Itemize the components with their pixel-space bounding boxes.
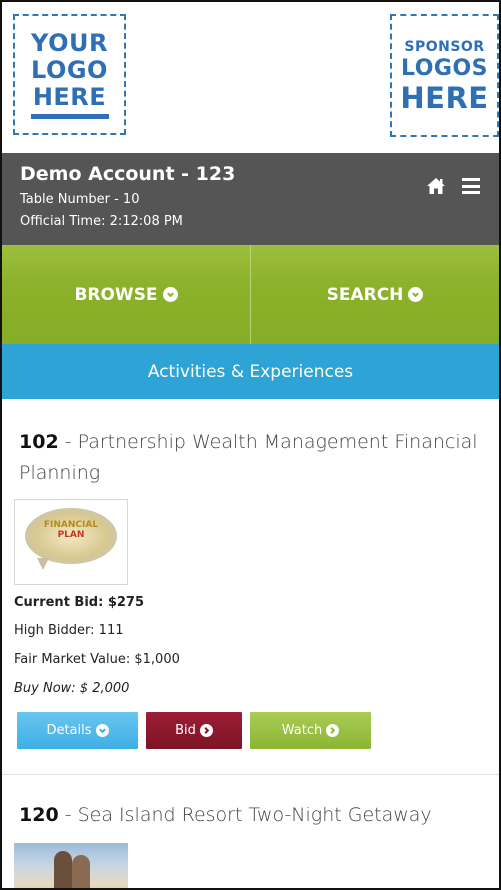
menu-line [462,191,480,194]
chevron-right-icon [326,724,340,737]
bid-label: Bid [175,723,196,738]
menu-line [462,178,480,181]
auction-item: 120 - Sea Island Resort Two-Night Getawa… [2,776,499,888]
thumbnail-caption: FINANCIAL PLAN [33,520,109,540]
search-button[interactable]: SEARCH [250,245,499,344]
item-title-text: - Partnership Wealth Management Financia… [19,431,478,484]
thumb-text-plan: PLAN [57,530,85,540]
item-title[interactable]: 120 - Sea Island Resort Two-Night Getawa… [19,800,479,831]
chevron-down-icon [95,724,109,737]
details-button[interactable]: Details [17,712,138,749]
category-label: Activities & Experiences [147,361,354,382]
bid-button[interactable]: Bid [146,712,242,749]
speech-bubble-tail [37,558,49,570]
category-header[interactable]: Activities & Experiences [2,344,499,399]
account-bar: Demo Account - 123 Table Number - 10 Off… [2,153,499,245]
item-title-text: - Sea Island Resort Two-Night Getaway [58,804,432,826]
watch-button[interactable]: Watch [250,712,371,749]
official-time: Official Time: 2:12:08 PM [20,214,183,229]
table-number: Table Number - 10 [20,192,140,207]
menu-icon[interactable] [462,178,480,194]
logo-line-2: LOGO [31,56,108,84]
item-thumbnail[interactable] [14,843,128,888]
menu-line [462,184,480,188]
logo-underline [30,114,109,119]
browse-button[interactable]: BROWSE [2,245,250,344]
auction-item: 102 - Partnership Wealth Management Fina… [2,399,499,775]
logo-line-3: HERE [32,83,107,111]
chevron-right-icon [199,724,213,737]
nav-bar: BROWSE SEARCH [2,245,499,344]
your-logo[interactable]: YOUR LOGO HERE [13,14,126,135]
item-title[interactable]: 102 - Partnership Wealth Management Fina… [19,427,479,489]
account-name: Demo Account - 123 [20,163,236,185]
page-frame: YOUR LOGO HERE SPONSOR LOGOS HERE Demo A… [0,0,501,890]
watch-label: Watch [281,723,323,738]
thumb-text-financial: FINANCIAL [43,520,99,530]
high-bidder: High Bidder: 111 [14,623,124,638]
chevron-down-icon [162,287,178,302]
details-label: Details [46,723,92,738]
sponsor-logo[interactable]: SPONSOR LOGOS HERE [390,14,499,137]
chevron-down-icon [408,287,424,302]
buy-now-price: Buy Now: $ 2,000 [14,681,130,696]
person-figure [72,855,90,888]
item-thumbnail[interactable]: FINANCIAL PLAN [14,499,128,585]
current-bid: Current Bid: $275 [14,595,145,610]
logo-header: YOUR LOGO HERE SPONSOR LOGOS HERE [2,2,499,153]
logo-line-1: YOUR [31,29,108,57]
browse-label: BROWSE [74,284,158,305]
person-figure [54,851,72,888]
fair-market-value: Fair Market Value: $1,000 [14,652,180,667]
sponsor-line-3: HERE [400,80,489,115]
sponsor-line-1: SPONSOR [404,38,485,55]
sponsor-line-2: LOGOS [400,55,489,81]
home-icon[interactable] [426,177,446,195]
search-label: SEARCH [326,284,404,305]
item-number: 120 [19,804,59,826]
item-number: 102 [19,431,59,453]
